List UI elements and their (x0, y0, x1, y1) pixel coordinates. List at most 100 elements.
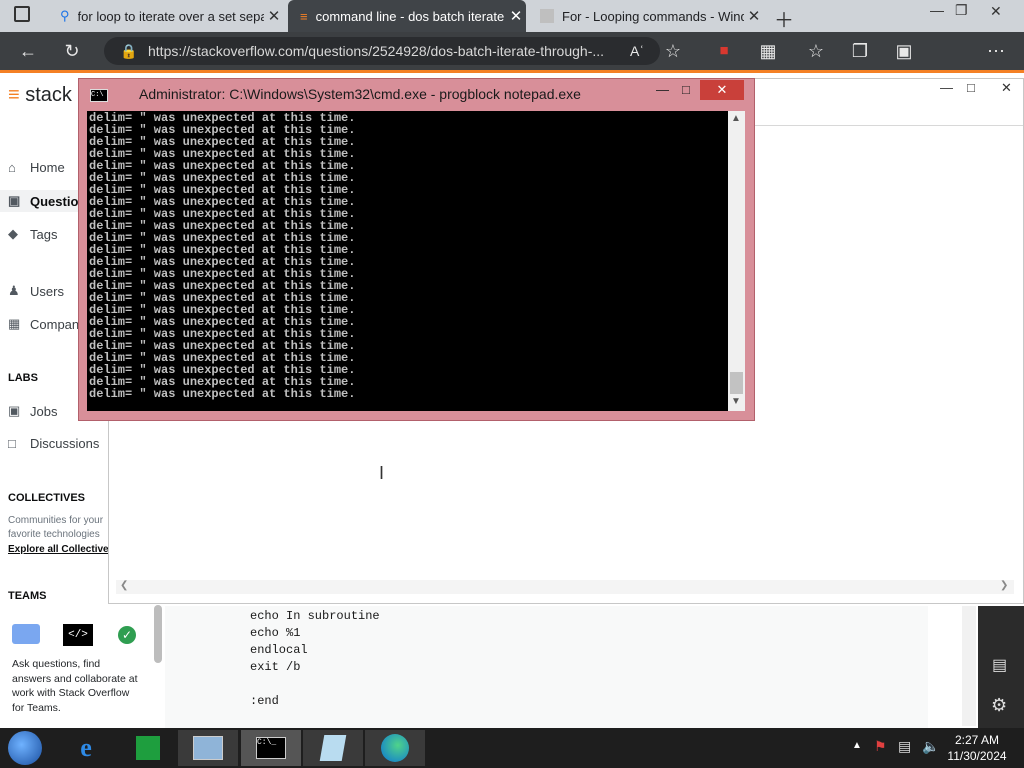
console-scrollbar[interactable]: ▲ ▼ (728, 111, 745, 411)
clock-time: 2:27 AM (954, 733, 1000, 747)
close-icon[interactable]: ✕ (264, 7, 284, 25)
sidebar-item-jobs[interactable]: ▣ Jobs (8, 403, 57, 419)
tab-command-line[interactable]: ≡ command line - dos batch iterate ✕ (288, 0, 526, 32)
cmd-close-button[interactable]: ✕ (700, 80, 744, 100)
cmd-minimize-button[interactable]: — (656, 82, 669, 97)
code-line: echo In subroutine (250, 609, 380, 623)
tag-icon: ◆ (8, 226, 18, 241)
ublock-icon[interactable]: ■ (712, 32, 736, 70)
scroll-thumb[interactable] (730, 372, 743, 394)
volume-icon[interactable]: 🔈 (922, 738, 939, 755)
collectives-heading: COLLECTIVES (8, 492, 86, 504)
add-favorite-icon[interactable]: ☆ (662, 32, 684, 70)
console-line: delim= " was unexpected at this time. (89, 387, 356, 401)
cmd-title: Administrator: C:\Windows\System32\cmd.e… (139, 86, 581, 102)
code-line: :end (250, 694, 279, 708)
code-line: echo %1 (250, 626, 301, 640)
lock-icon: 🔒 (120, 43, 138, 59)
scroll-left-icon[interactable]: ❮ (120, 580, 128, 591)
back-icon[interactable]: ← (14, 32, 42, 70)
checkmark-icon: ✓ (118, 626, 136, 644)
restore-button[interactable]: ❐ (955, 2, 968, 19)
teams-chat-icon (12, 624, 40, 644)
scroll-right-icon[interactable]: ❯ (1000, 580, 1008, 591)
more-icon[interactable]: ⋯ (984, 32, 1008, 70)
notepad-icon (319, 735, 347, 761)
close-icon[interactable]: ✕ (506, 7, 526, 25)
notepad-hscrollbar[interactable] (116, 580, 1014, 594)
tab-title: command line - dos batch iterate (315, 8, 505, 24)
favorites-icon[interactable]: ☆ (804, 32, 828, 70)
tab-looping-commands[interactable]: For - Looping commands - Wind ✕ (528, 0, 764, 32)
new-tab-button[interactable]: ＋ (774, 4, 794, 33)
start-button[interactable] (8, 731, 42, 765)
minimize-button[interactable]: — (930, 2, 944, 18)
close-window-button[interactable]: ✕ (990, 3, 1002, 20)
tab-for-loop[interactable]: ⚲ for loop to iterate over a set sepa ✕ (48, 0, 284, 32)
logo-text: stack (25, 84, 72, 106)
control-panel-icon (193, 736, 223, 760)
cmd-maximize-button[interactable]: □ (682, 82, 690, 97)
taskbar-edge[interactable] (365, 730, 425, 766)
sidebar-item-discussions[interactable]: □ Discussions (8, 436, 99, 451)
notepad-maximize-button[interactable]: □ (967, 80, 975, 95)
teams-text-line: work with Stack Overflow (12, 687, 130, 699)
collectives-text: Communities for your (8, 515, 104, 526)
show-hidden-icons[interactable]: ▲ (852, 740, 862, 751)
taskbar-control-panel[interactable] (178, 730, 238, 766)
close-icon[interactable]: ✕ (744, 7, 764, 25)
store-icon (136, 736, 160, 760)
clock-date: 11/30/2024 (947, 749, 1007, 763)
users-icon: ♟ (8, 283, 20, 298)
tab-title: For - Looping commands - Wind (562, 8, 744, 24)
sidebar-item-users[interactable]: ♟ Users (8, 283, 64, 299)
page-icon (540, 9, 554, 23)
refresh-icon[interactable]: ↻ (58, 32, 86, 70)
taskbar-cmd[interactable]: C:\_ (241, 730, 301, 766)
scroll-up-icon[interactable]: ▲ (731, 113, 741, 124)
taskbar-ie[interactable]: e (56, 730, 116, 766)
taskbar-store[interactable] (118, 730, 178, 766)
search-icon: ⚲ (60, 8, 70, 23)
sidebar-item-home[interactable]: ⌂ Home (8, 160, 65, 175)
teams-heading: TEAMS (8, 590, 47, 602)
console-output[interactable]: delim= " was unexpected at this time. del… (87, 111, 728, 411)
extensions-icon[interactable]: ▦ (756, 32, 780, 70)
sidebar-label: Jobs (30, 403, 58, 419)
sidebar-scrollbar[interactable] (154, 605, 162, 663)
sidebar-panel-icon[interactable]: ▤ (992, 655, 1007, 675)
settings-icon[interactable]: ⚙ (991, 695, 1007, 716)
teams-text: Ask questions, find answers and collabor… (12, 657, 138, 715)
taskbar-clock[interactable]: 2:27 AM 11/30/2024 (946, 732, 1008, 764)
scroll-down-icon[interactable]: ▼ (731, 396, 741, 407)
stackoverflow-icon: ≡ (300, 8, 308, 24)
address-bar[interactable]: 🔒 https://stackoverflow.com/questions/25… (104, 37, 660, 65)
tab-title: for loop to iterate over a set sepa (77, 8, 264, 24)
url-text: https://stackoverflow.com/questions/2524… (148, 43, 605, 59)
screenshot-icon[interactable]: ▣ (892, 32, 916, 70)
collectives-text: favorite technologies (8, 529, 100, 540)
code-icon: </> (63, 624, 93, 646)
read-aloud-icon[interactable]: Aʿ (626, 32, 648, 70)
network-icon[interactable]: ▤ (898, 738, 911, 755)
discussion-icon: □ (8, 436, 16, 451)
explore-collectives-link[interactable]: Explore all Collectives (8, 544, 114, 555)
page-scrollbar[interactable] (962, 606, 976, 726)
teams-text-line: answers and collaborate at (12, 672, 138, 685)
notepad-menu-divider (755, 125, 1023, 126)
collections-icon[interactable]: ❐ (848, 32, 872, 70)
stackoverflow-logo[interactable]: ≡ stack (8, 84, 72, 107)
edge-icon (381, 734, 409, 762)
notepad-close-button[interactable]: ✕ (1001, 80, 1012, 96)
teams-text-line: Ask questions, find (12, 658, 101, 670)
action-center-icon[interactable]: ⚑ (874, 738, 887, 755)
taskbar-notepad[interactable] (303, 730, 363, 766)
tab-actions-icon[interactable] (14, 6, 30, 22)
cmd-app-icon: C:\ (90, 89, 108, 102)
sidebar-item-tags[interactable]: ◆ Tags (8, 226, 57, 242)
cmd-icon: C:\_ (256, 737, 286, 759)
building-icon: ▦ (8, 316, 21, 331)
browser-tab-strip: ⚲ for loop to iterate over a set sepa ✕ … (0, 0, 1024, 32)
sidebar-label: Home (30, 160, 65, 175)
notepad-minimize-button[interactable]: — (940, 80, 953, 95)
